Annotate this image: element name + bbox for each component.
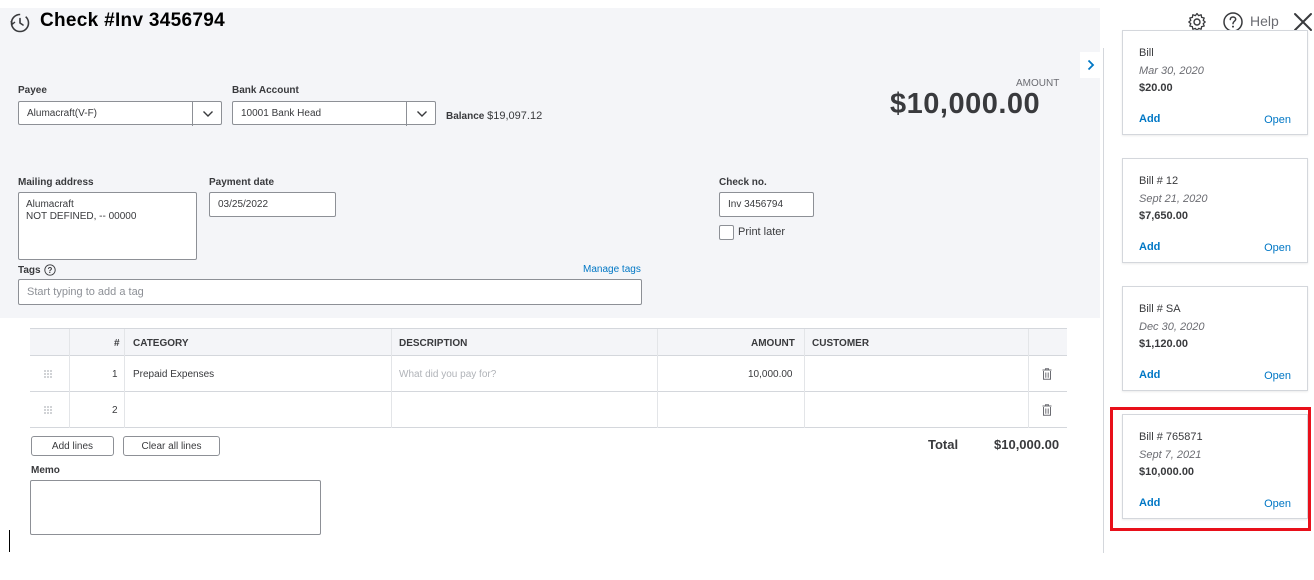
chevron-right-icon [1087,59,1095,71]
total-value: $10,000.00 [994,437,1060,452]
col-category: CATEGORY [133,338,189,349]
address-line-2: NOT DEFINED, -- 00000 [26,211,137,222]
amount-total: $10,000.00 [890,88,1041,120]
bill-card: Bill Mar 30, 2020 $20.00 Add Open [1122,30,1308,135]
check-no-value: Inv 3456794 [728,199,784,210]
row-amount[interactable]: 10,000.00 [748,369,793,380]
form-header-background [0,8,1100,318]
add-lines-button[interactable]: Add lines [31,436,114,456]
bank-account-value: 10001 Bank Head [241,107,322,119]
table-header: # CATEGORY DESCRIPTION AMOUNT CUSTOMER [30,328,1067,357]
bill-amount: $7,650.00 [1139,210,1188,222]
bill-title: Bill # SA [1139,303,1181,315]
bill-date: Dec 30, 2020 [1139,321,1205,333]
manage-tags-link[interactable]: Manage tags [583,264,641,275]
mailing-address-field[interactable]: Alumacraft NOT DEFINED, -- 00000 [18,192,197,260]
address-line-1: Alumacraft [26,199,74,210]
bill-add-link[interactable]: Add [1139,113,1160,125]
payment-date-label: Payment date [209,177,275,188]
bank-account-label: Bank Account [232,85,299,96]
help-link[interactable]: Help [1250,13,1279,29]
tags-placeholder: Start typing to add a tag [27,286,144,298]
bill-open-link[interactable]: Open [1264,114,1291,126]
table-row[interactable]: 2 [30,392,1067,428]
payment-date-field[interactable]: 03/25/2022 [209,192,336,217]
drag-handle-icon[interactable] [43,405,53,415]
row-description[interactable]: What did you pay for? [399,369,496,380]
memo-field[interactable] [30,480,321,535]
bill-amount: $20.00 [1139,82,1173,94]
payee-label: Payee [18,85,47,96]
col-description: DESCRIPTION [399,338,468,349]
text-cursor [9,530,10,552]
table-row[interactable]: 1 Prepaid Expenses What did you pay for?… [30,356,1067,392]
print-later-checkbox[interactable] [719,225,734,240]
svg-text:?: ? [47,266,52,275]
mailing-address-label: Mailing address [18,177,94,188]
print-later-label: Print later [738,226,786,238]
side-panel-divider [1103,48,1104,553]
payee-select[interactable]: Alumacraft(V-F) [18,101,222,126]
payee-value: Alumacraft(V-F) [27,107,98,119]
chevron-down-icon[interactable] [406,102,436,126]
recent-transactions-icon[interactable] [9,12,31,34]
trash-icon[interactable] [1042,404,1052,416]
page-title: Check #Inv 3456794 [40,10,225,31]
balance-display: Balance $19,097.12 [446,110,542,122]
chevron-down-icon[interactable] [192,102,222,126]
balance-value: $19,097.12 [487,110,543,122]
check-no-field[interactable]: Inv 3456794 [719,192,814,217]
trash-icon[interactable] [1042,368,1052,380]
collapse-panel-button[interactable] [1080,52,1102,78]
total-label: Total [928,437,959,452]
col-amount: AMOUNT [751,338,795,349]
drag-handle-icon[interactable] [43,369,53,379]
payment-date-value: 03/25/2022 [218,199,269,210]
row-num: 2 [112,405,118,416]
bill-card: Bill # SA Dec 30, 2020 $1,120.00 Add Ope… [1122,286,1308,391]
bill-date: Mar 30, 2020 [1139,65,1204,77]
bill-add-link[interactable]: Add [1139,369,1160,381]
bill-date: Sept 21, 2020 [1139,193,1208,205]
clear-all-lines-button[interactable]: Clear all lines [123,436,220,456]
tags-label-wrap: Tags ? [18,264,56,276]
tags-label: Tags [18,264,41,276]
row-category[interactable]: Prepaid Expenses [133,369,214,380]
info-icon[interactable]: ? [43,264,56,276]
highlight-box [1110,407,1311,531]
bill-amount: $1,120.00 [1139,338,1188,350]
bill-open-link[interactable]: Open [1264,370,1291,382]
bill-add-link[interactable]: Add [1139,241,1160,253]
balance-label: Balance [446,111,485,122]
bill-card: Bill # 12 Sept 21, 2020 $7,650.00 Add Op… [1122,158,1308,263]
check-no-label: Check no. [719,177,767,188]
tags-input[interactable]: Start typing to add a tag [18,279,642,305]
bill-title: Bill # 12 [1139,175,1179,187]
col-num: # [114,338,120,349]
bank-account-select[interactable]: 10001 Bank Head [232,101,436,126]
col-customer: CUSTOMER [812,338,870,349]
memo-label: Memo [31,465,60,476]
row-num: 1 [112,369,118,380]
bill-open-link[interactable]: Open [1264,242,1291,254]
bill-title: Bill [1139,47,1154,59]
